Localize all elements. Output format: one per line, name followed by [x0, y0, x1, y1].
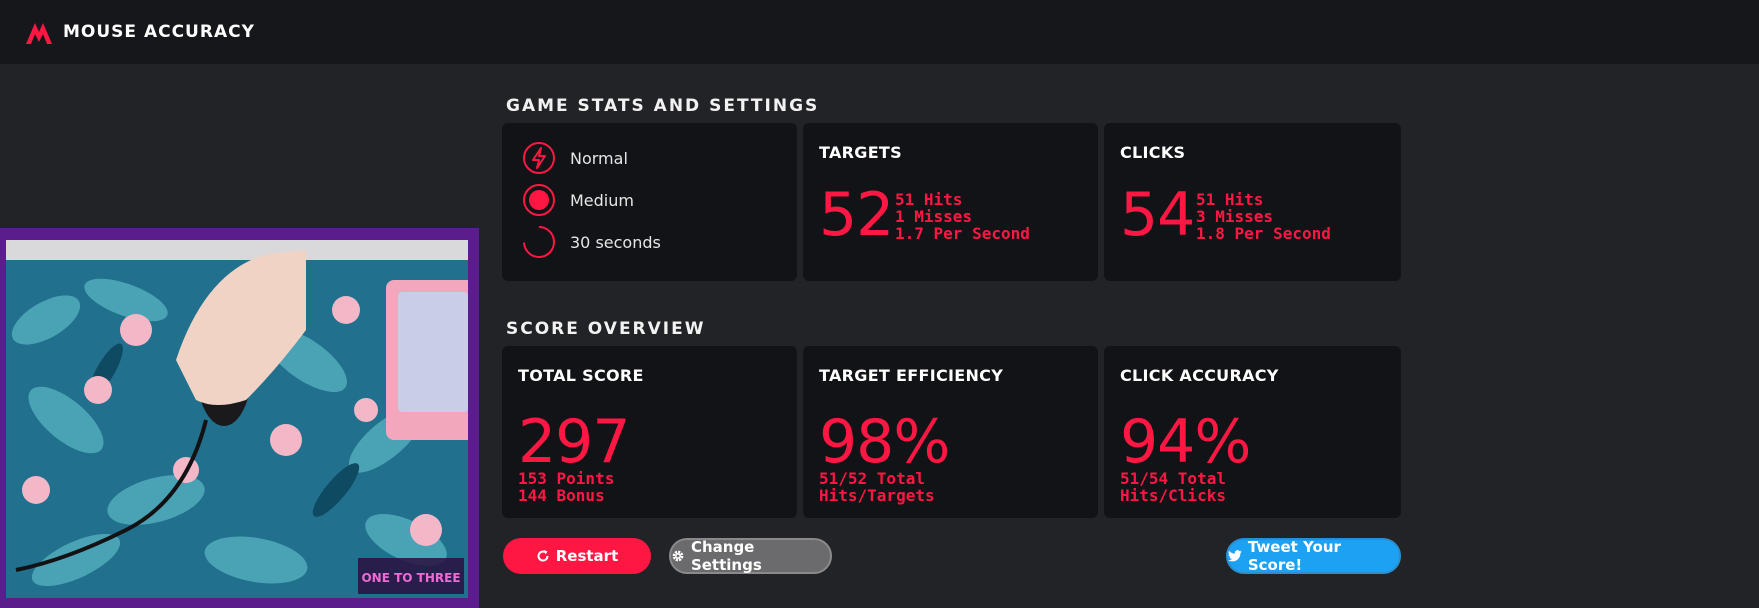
gear-icon	[672, 550, 684, 562]
target-efficiency-unit: Hits/Targets	[819, 486, 935, 505]
tweet-button[interactable]: Tweet Your Score!	[1226, 538, 1401, 574]
click-accuracy-title: CLICK ACCURACY	[1120, 366, 1279, 385]
change-settings-label: Change Settings	[690, 538, 762, 574]
target-efficiency-ratio: 51/52 Total	[819, 469, 925, 488]
target-efficiency-card: TARGET EFFICIENCY 98% 51/52 Total Hits/T…	[803, 346, 1098, 518]
lightning-icon	[523, 142, 555, 174]
targets-misses: 1 Misses	[895, 207, 973, 226]
overlay-logo-text: ONE TO THREE	[361, 571, 460, 585]
targets-card: TARGETS 52 51 Hits 1 Misses 1.7 Per Seco…	[803, 123, 1098, 281]
click-accuracy-details: 51/54 Total Hits/Clicks	[1120, 470, 1226, 504]
target-efficiency-value: 98%	[819, 407, 950, 477]
setting-mode: Normal	[522, 141, 628, 175]
change-settings-button[interactable]: Change Settings	[669, 538, 832, 574]
tweet-label: Tweet Your Score!	[1247, 538, 1341, 574]
clicks-rate: 1.8 Per Second	[1196, 224, 1331, 243]
targets-rate: 1.7 Per Second	[895, 224, 1030, 243]
click-accuracy-ratio: 51/54 Total	[1120, 469, 1226, 488]
timer-icon	[523, 226, 555, 258]
stats-section-title: GAME STATS AND SETTINGS	[506, 96, 820, 116]
total-score-card: TOTAL SCORE 297 153 Points 144 Bonus	[502, 346, 797, 518]
click-accuracy-unit: Hits/Clicks	[1120, 486, 1226, 505]
clicks-details: 51 Hits 3 Misses 1.8 Per Second	[1196, 191, 1331, 242]
score-section-title: SCORE OVERVIEW	[506, 319, 706, 339]
setting-size-label: Medium	[570, 190, 634, 210]
total-score-points: 153 Points	[518, 469, 615, 488]
webcam-image: ONE TO THREE	[6, 240, 468, 598]
click-accuracy-value: 94%	[1120, 407, 1251, 477]
restart-label: Restart	[555, 547, 619, 565]
twitter-icon	[1228, 550, 1242, 562]
webcam-overlay: ONE TO THREE	[0, 228, 479, 608]
target-efficiency-details: 51/52 Total Hits/Targets	[819, 470, 935, 504]
app-title: MOUSE ACCURACY	[63, 22, 255, 42]
clicks-count: 54	[1120, 180, 1195, 250]
target-size-icon	[523, 184, 555, 216]
clicks-misses: 3 Misses	[1196, 207, 1274, 226]
total-score-title: TOTAL SCORE	[518, 366, 644, 385]
restart-button[interactable]: Restart	[503, 538, 651, 574]
setting-duration-label: 30 seconds	[570, 232, 661, 252]
setting-mode-label: Normal	[570, 148, 628, 168]
top-bar: MOUSE ACCURACY	[0, 0, 1759, 64]
clicks-title: CLICKS	[1120, 143, 1186, 162]
restart-icon	[537, 550, 549, 562]
setting-duration: 30 seconds	[522, 225, 661, 259]
webcam-feed: ONE TO THREE	[6, 240, 468, 598]
targets-title: TARGETS	[819, 143, 902, 162]
logo-icon[interactable]	[24, 20, 54, 46]
total-score-value: 297	[518, 407, 631, 477]
total-score-bonus: 144 Bonus	[518, 486, 605, 505]
targets-hits: 51 Hits	[895, 190, 963, 209]
settings-card: Normal Medium 30 seconds	[502, 123, 797, 281]
click-accuracy-card: CLICK ACCURACY 94% 51/54 Total Hits/Clic…	[1104, 346, 1401, 518]
clicks-card: CLICKS 54 51 Hits 3 Misses 1.8 Per Secon…	[1104, 123, 1401, 281]
total-score-details: 153 Points 144 Bonus	[518, 470, 614, 504]
targets-details: 51 Hits 1 Misses 1.7 Per Second	[895, 191, 1030, 242]
clicks-hits: 51 Hits	[1196, 190, 1264, 209]
target-efficiency-title: TARGET EFFICIENCY	[819, 366, 1004, 385]
targets-count: 52	[819, 180, 894, 250]
setting-size: Medium	[522, 183, 634, 217]
